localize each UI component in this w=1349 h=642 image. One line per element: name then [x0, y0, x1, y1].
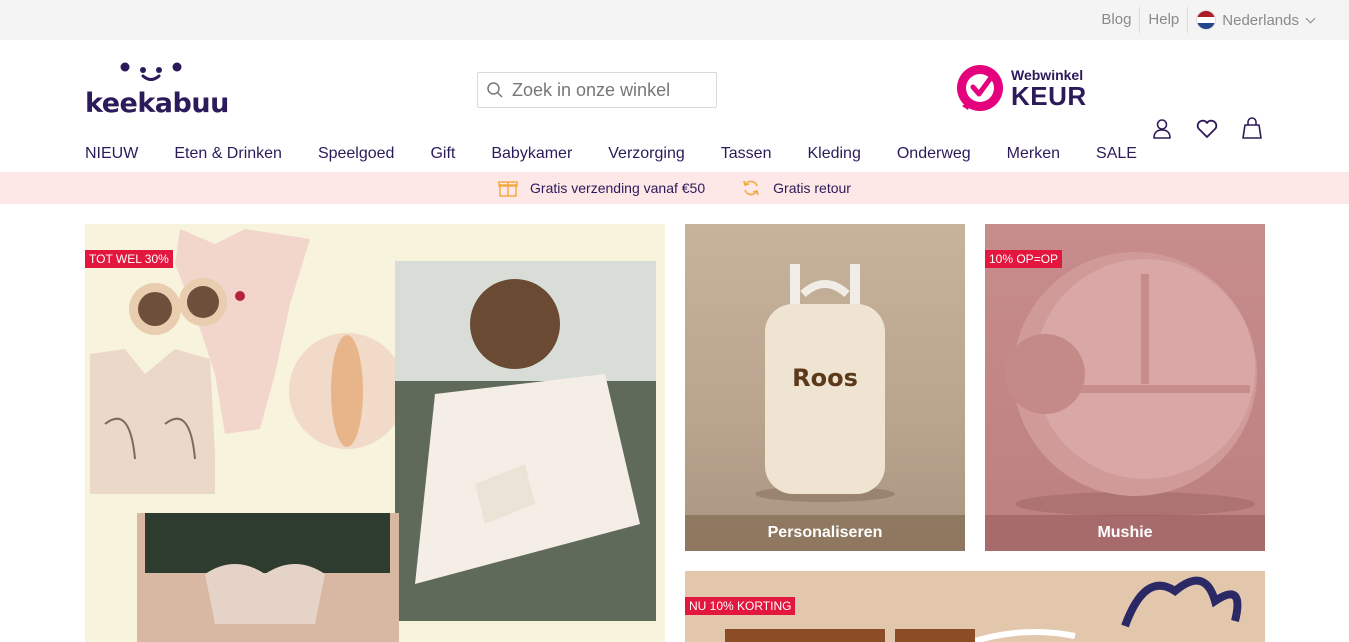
netherlands-flag-icon	[1196, 10, 1217, 30]
nav-item-nieuw[interactable]: NIEUW	[85, 145, 138, 163]
nav-item-eten-drinken[interactable]: Eten & Drinken	[174, 145, 282, 163]
logo-text: keekabuu	[85, 88, 229, 119]
hero-collage-tile[interactable]: TOT WEL 30%	[85, 224, 665, 642]
free-returns-text: Gratis retour	[773, 180, 851, 196]
main-navigation: NIEUW Eten & Drinken Speelgoed Gift Baby…	[0, 136, 1349, 172]
search-box[interactable]	[477, 72, 717, 108]
personaliseren-caption: Personaliseren	[685, 515, 965, 551]
discount-badge: TOT WEL 30%	[85, 250, 173, 268]
site-header: keekabuu Webwinkel KEUR	[0, 40, 1349, 139]
keur-line2: KEUR	[1011, 81, 1087, 111]
discount-badge: 10% OP=OP	[985, 250, 1063, 268]
free-shipping-text: Gratis verzending vanaf €50	[530, 180, 706, 196]
nav-item-kleding[interactable]: Kleding	[807, 145, 860, 163]
backpack-illustration: Roos	[755, 264, 895, 502]
nav-item-sale[interactable]: SALE	[1096, 145, 1137, 163]
free-returns: Gratis retour	[741, 178, 851, 198]
nav-item-tassen[interactable]: Tassen	[721, 145, 772, 163]
language-selector[interactable]: Nederlands	[1188, 10, 1316, 30]
free-shipping: Gratis verzending vanaf €50	[498, 178, 705, 198]
content-area: TOT WEL 30% Roos Personaliseren 10% OP=O…	[0, 204, 1349, 642]
help-link[interactable]: Help	[1140, 6, 1187, 34]
keekabuu-logo[interactable]: keekabuu	[85, 58, 229, 119]
keur-check-icon	[957, 65, 1003, 111]
nav-item-babykamer[interactable]: Babykamer	[491, 145, 572, 163]
nav-item-merken[interactable]: Merken	[1007, 145, 1060, 163]
chevron-down-icon	[1305, 13, 1316, 23]
gift-box-icon	[498, 181, 518, 197]
bag-name-text: Roos	[792, 364, 858, 392]
mushie-tile[interactable]: 10% OP=OP Mushie	[985, 224, 1265, 551]
nav-item-speelgoed[interactable]: Speelgoed	[318, 145, 395, 163]
nav-item-onderweg[interactable]: Onderweg	[897, 145, 971, 163]
language-label: Nederlands	[1222, 11, 1299, 29]
mushie-caption: Mushie	[985, 515, 1265, 551]
top-links: Blog Help Nederlands	[1093, 0, 1316, 40]
search-icon	[487, 82, 503, 98]
blog-link[interactable]: Blog	[1093, 6, 1139, 34]
discount-badge: NU 10% KORTING	[685, 597, 796, 615]
logo-face-icon	[120, 62, 182, 81]
back-to-school-tile[interactable]: NU 10% KORTING	[685, 571, 1265, 642]
return-arrows-icon	[743, 180, 759, 196]
plate-illustration	[1005, 252, 1257, 516]
personaliseren-tile[interactable]: Roos Personaliseren	[685, 224, 965, 551]
promo-bar: Gratis verzending vanaf €50 Gratis retou…	[0, 172, 1349, 204]
search-input[interactable]	[512, 79, 712, 101]
webwinkel-keur-badge[interactable]: Webwinkel KEUR	[954, 62, 1094, 114]
summer-collection-illustration	[90, 229, 656, 642]
nav-item-gift[interactable]: Gift	[430, 145, 455, 163]
top-bar: Blog Help Nederlands	[0, 0, 1349, 40]
nav-item-verzorging[interactable]: Verzorging	[608, 145, 685, 163]
